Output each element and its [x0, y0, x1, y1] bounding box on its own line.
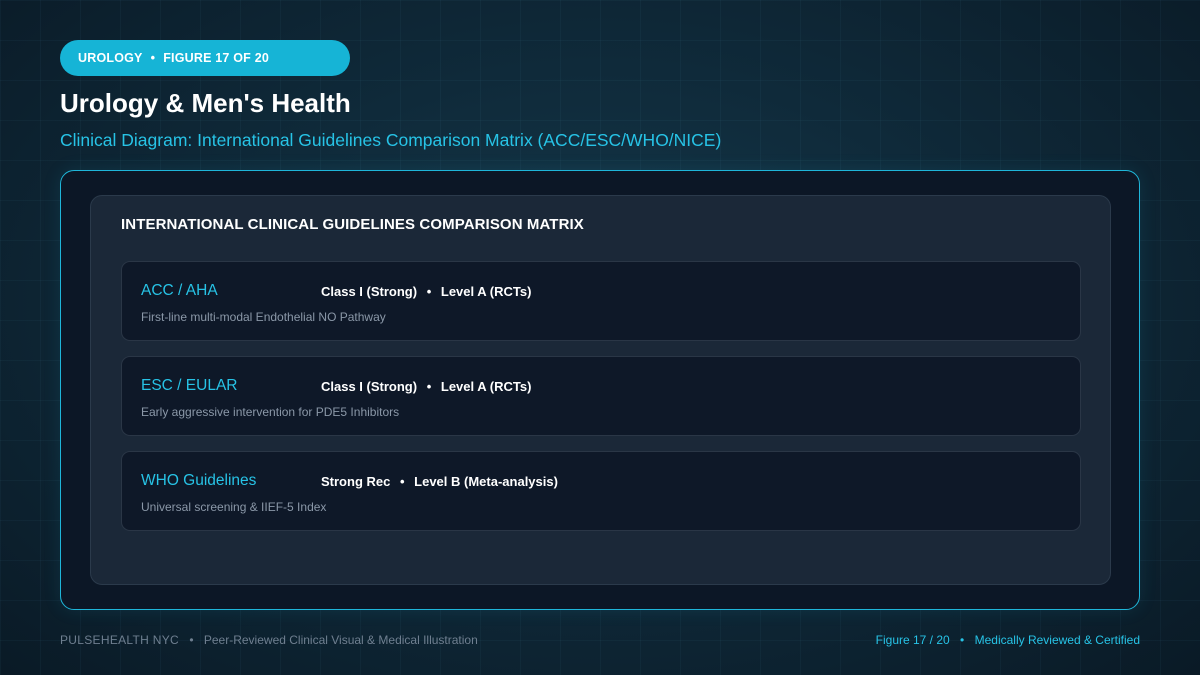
category-label: UROLOGY — [78, 51, 143, 65]
evidence-level: Level B (Meta-analysis) — [414, 474, 558, 489]
separator-dot: • — [426, 379, 432, 394]
figure-badge: UROLOGY • FIGURE 17 OF 20 — [60, 40, 350, 76]
guideline-row-who: WHO Guidelines Strong Rec • Level B (Met… — [121, 451, 1081, 531]
separator-dot: • — [189, 633, 194, 647]
page-subtitle: Clinical Diagram: International Guidelin… — [60, 130, 722, 150]
guideline-row-esc-eular: ESC / EULAR Class I (Strong) • Level A (… — [121, 356, 1081, 436]
certification-label: Medically Reviewed & Certified — [974, 633, 1140, 647]
separator-dot: • — [399, 474, 405, 489]
separator-dot: • — [150, 51, 156, 65]
guideline-organization: ESC / EULAR — [141, 377, 238, 394]
footer-tagline: Peer-Reviewed Clinical Visual & Medical … — [203, 633, 478, 647]
figure-count: Figure 17 / 20 — [875, 633, 950, 647]
recommendation-class: Class I (Strong) — [321, 284, 418, 299]
footer-credits: PULSEHEALTH NYC • Peer-Reviewed Clinical… — [60, 633, 478, 647]
recommendation-class: Strong Rec — [321, 474, 391, 489]
figure-label: FIGURE 17 OF 20 — [163, 51, 269, 65]
guideline-recommendation: Strong Rec • Level B (Meta-analysis) — [321, 474, 558, 489]
guideline-row-acc-aha: ACC / AHA Class I (Strong) • Level A (RC… — [121, 261, 1081, 341]
footer-figure-info: Figure 17 / 20 • Medically Reviewed & Ce… — [876, 633, 1140, 647]
diagram-frame: INTERNATIONAL CLINICAL GUIDELINES COMPAR… — [60, 170, 1140, 610]
guideline-description: Early aggressive intervention for PDE5 I… — [141, 405, 400, 419]
evidence-level: Level A (RCTs) — [440, 284, 532, 299]
guideline-organization: WHO Guidelines — [141, 472, 257, 489]
separator-dot: • — [426, 284, 432, 299]
evidence-level: Level A (RCTs) — [440, 379, 532, 394]
guideline-description: Universal screening & IIEF-5 Index — [141, 500, 327, 514]
guideline-recommendation: Class I (Strong) • Level A (RCTs) — [321, 379, 531, 394]
matrix-panel: INTERNATIONAL CLINICAL GUIDELINES COMPAR… — [90, 195, 1111, 585]
brand-name: PULSEHEALTH NYC — [60, 633, 179, 647]
matrix-title: INTERNATIONAL CLINICAL GUIDELINES COMPAR… — [121, 216, 584, 233]
guideline-description: First-line multi-modal Endothelial NO Pa… — [141, 310, 386, 324]
recommendation-class: Class I (Strong) — [321, 379, 418, 394]
separator-dot: • — [960, 633, 965, 647]
page-title: Urology & Men's Health — [60, 88, 351, 118]
guideline-organization: ACC / AHA — [141, 282, 218, 299]
guideline-recommendation: Class I (Strong) • Level A (RCTs) — [321, 284, 531, 299]
